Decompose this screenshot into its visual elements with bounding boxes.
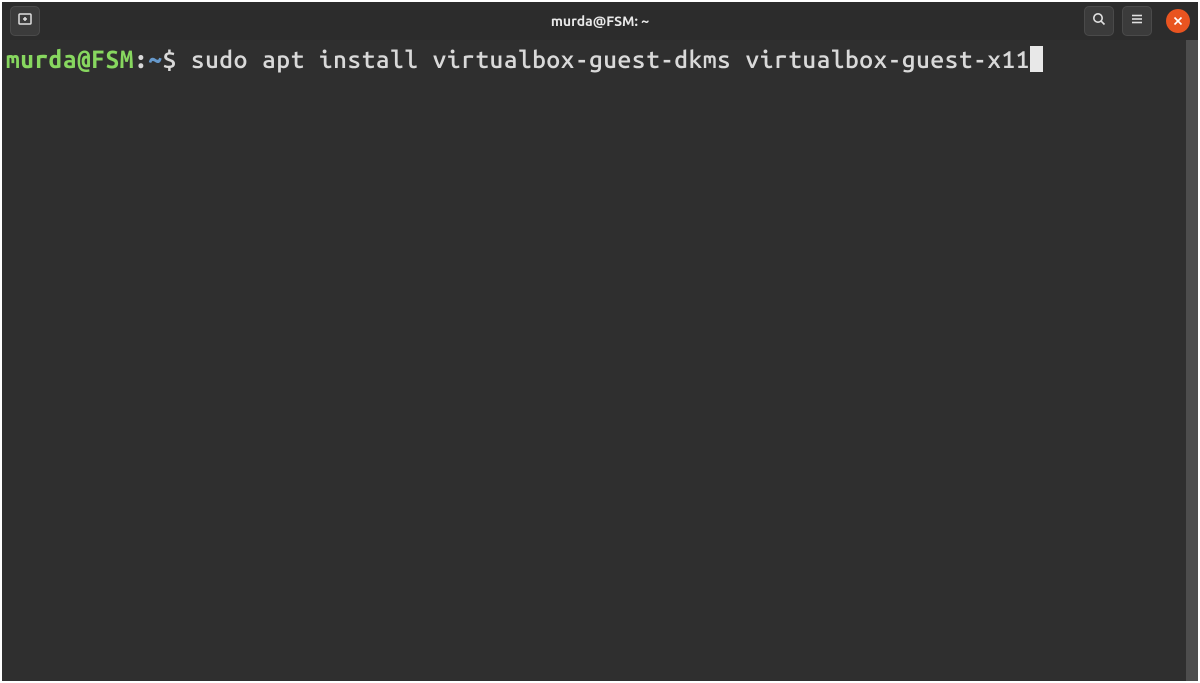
titlebar: murda@FSM: ~ xyxy=(2,2,1198,40)
terminal-body[interactable]: murda@FSM:~$ sudo apt install virtualbox… xyxy=(2,40,1198,681)
new-tab-button[interactable] xyxy=(10,6,40,36)
prompt-separator: : xyxy=(134,45,148,73)
window-title: murda@FSM: ~ xyxy=(551,13,649,29)
close-button[interactable] xyxy=(1166,9,1190,33)
terminal-window: murda@FSM: ~ xyxy=(2,2,1198,681)
close-icon xyxy=(1173,12,1183,30)
prompt-symbol: $ xyxy=(162,45,176,73)
titlebar-right xyxy=(1084,6,1190,36)
new-tab-icon xyxy=(17,11,33,31)
terminal-cursor xyxy=(1030,46,1043,72)
menu-button[interactable] xyxy=(1122,6,1152,36)
terminal-content: murda@FSM:~$ sudo apt install virtualbox… xyxy=(6,44,1194,74)
command-text: sudo apt install virtualbox-guest-dkms v… xyxy=(177,45,1030,73)
titlebar-left xyxy=(10,6,40,36)
prompt-user-host: murda@FSM xyxy=(6,45,134,73)
hamburger-icon xyxy=(1129,11,1145,31)
search-button[interactable] xyxy=(1084,6,1114,36)
search-icon xyxy=(1091,11,1107,31)
scrollbar-thumb[interactable] xyxy=(1186,40,1198,681)
scrollbar[interactable] xyxy=(1186,40,1198,681)
prompt-path: ~ xyxy=(148,45,162,73)
